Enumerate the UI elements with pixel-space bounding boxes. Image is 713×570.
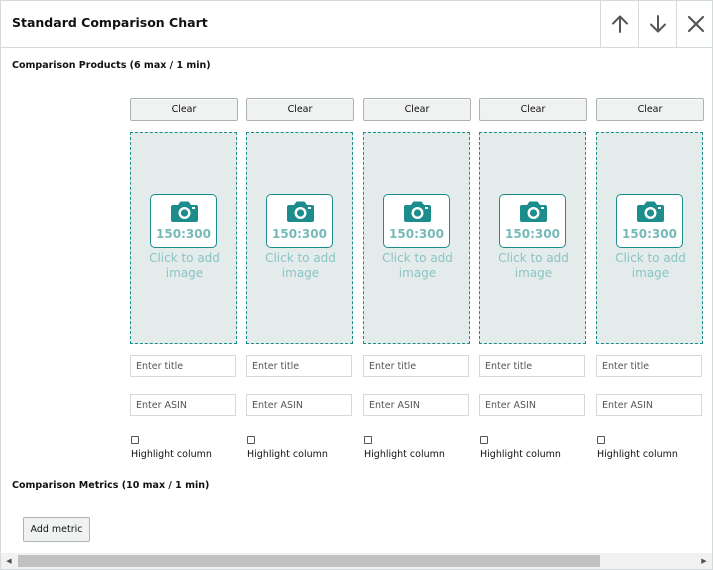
metrics-section-label: Comparison Metrics (10 max / 1 min) — [12, 480, 210, 491]
add-metric-button[interactable]: Add metric — [23, 517, 90, 542]
comparison-chart-module: Standard Comparison Chart Comparison Pro… — [0, 0, 713, 570]
highlight-column-label: Highlight column — [597, 449, 678, 460]
title-input[interactable] — [130, 355, 236, 377]
scroll-right-arrow-icon[interactable]: ▶ — [696, 553, 712, 569]
title-input[interactable] — [246, 355, 352, 377]
image-ratio-text: 150:300 — [272, 227, 327, 241]
image-ratio-text: 150:300 — [389, 227, 444, 241]
image-upload-area[interactable]: 150:300 Click to add image — [130, 132, 237, 344]
asin-input[interactable] — [130, 394, 236, 416]
remove-module-button[interactable] — [676, 1, 712, 47]
highlight-column-checkbox[interactable] — [597, 436, 605, 444]
image-upload-area[interactable]: 150:300 Click to add image — [479, 132, 586, 344]
products-section-label: Comparison Products (6 max / 1 min) — [12, 60, 211, 71]
highlight-column-checkbox[interactable] — [247, 436, 255, 444]
horizontal-scrollbar[interactable]: ◀ ▶ — [1, 553, 712, 569]
asin-input[interactable] — [596, 394, 702, 416]
image-placeholder-badge: 150:300 — [150, 194, 217, 248]
image-upload-area[interactable]: 150:300 Click to add image — [363, 132, 470, 344]
highlight-column-label: Highlight column — [480, 449, 561, 460]
title-input[interactable] — [363, 355, 469, 377]
product-column: Clear 150:300 Click to add image Highlight … — [130, 98, 238, 468]
scrollbar-thumb[interactable] — [18, 555, 600, 567]
clear-column-button[interactable]: Clear — [246, 98, 354, 121]
image-ratio-text: 150:300 — [505, 227, 560, 241]
arrow-up-icon — [611, 15, 628, 33]
highlight-column-checkbox[interactable] — [364, 436, 372, 444]
highlight-column-label: Highlight column — [364, 449, 445, 460]
clear-column-button[interactable]: Clear — [479, 98, 587, 121]
image-ratio-text: 150:300 — [622, 227, 677, 241]
image-upload-area[interactable]: 150:300 Click to add image — [596, 132, 703, 344]
move-up-button[interactable] — [600, 1, 638, 47]
camera-icon — [637, 201, 664, 222]
highlight-column-checkbox[interactable] — [131, 436, 139, 444]
clear-column-button[interactable]: Clear — [596, 98, 704, 121]
highlight-column-checkbox[interactable] — [480, 436, 488, 444]
clear-column-button[interactable]: Clear — [363, 98, 471, 121]
product-column: Clear 150:300 Click to add image Highlight … — [363, 98, 471, 468]
image-placeholder-badge: 150:300 — [383, 194, 450, 248]
add-image-text: Click to add image — [265, 251, 336, 280]
add-image-text: Click to add image — [149, 251, 220, 280]
move-down-button[interactable] — [638, 1, 676, 47]
image-ratio-text: 150:300 — [156, 227, 211, 241]
image-placeholder-badge: 150:300 — [499, 194, 566, 248]
arrow-down-icon — [649, 15, 666, 33]
asin-input[interactable] — [246, 394, 352, 416]
clear-column-button[interactable]: Clear — [130, 98, 238, 121]
product-column: Clear 150:300 Click to add image Highlight … — [479, 98, 587, 468]
camera-icon — [287, 201, 314, 222]
module-header: Standard Comparison Chart — [1, 1, 712, 48]
add-image-text: Click to add image — [382, 251, 453, 280]
title-input[interactable] — [479, 355, 585, 377]
module-title: Standard Comparison Chart — [12, 15, 208, 30]
close-icon — [687, 15, 704, 33]
highlight-column-label: Highlight column — [247, 449, 328, 460]
add-image-text: Click to add image — [498, 251, 569, 280]
camera-icon — [404, 201, 431, 222]
image-placeholder-badge: 150:300 — [266, 194, 333, 248]
camera-icon — [520, 201, 547, 222]
image-placeholder-badge: 150:300 — [616, 194, 683, 248]
asin-input[interactable] — [363, 394, 469, 416]
title-input[interactable] — [596, 355, 702, 377]
highlight-column-label: Highlight column — [131, 449, 212, 460]
image-upload-area[interactable]: 150:300 Click to add image — [246, 132, 353, 344]
camera-icon — [171, 201, 198, 222]
product-column: Clear 150:300 Click to add image Highlight … — [246, 98, 354, 468]
add-image-text: Click to add image — [615, 251, 686, 280]
product-column: Clear 150:300 Click to add image Highlight … — [596, 98, 704, 468]
scroll-left-arrow-icon[interactable]: ◀ — [1, 553, 17, 569]
asin-input[interactable] — [479, 394, 585, 416]
